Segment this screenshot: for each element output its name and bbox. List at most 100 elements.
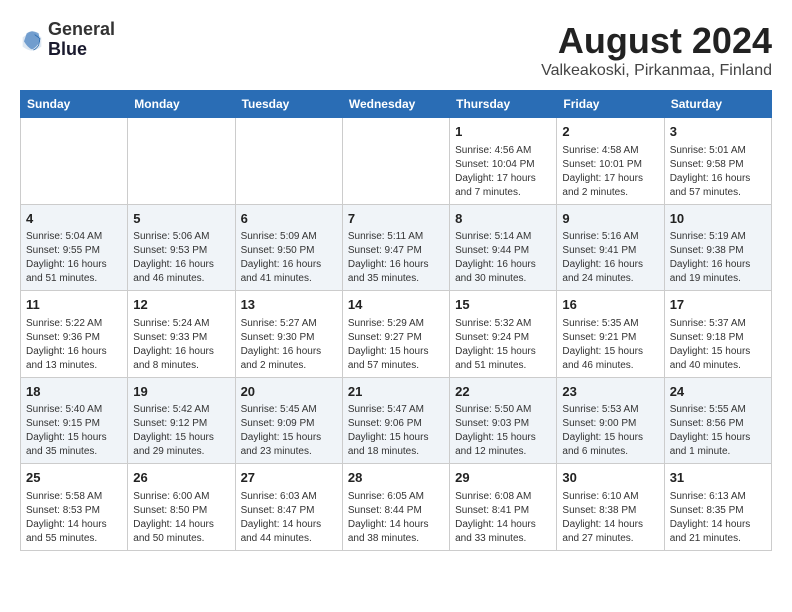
calendar-week-3: 11Sunrise: 5:22 AM Sunset: 9:36 PM Dayli… xyxy=(21,291,772,378)
day-number: 15 xyxy=(455,295,551,315)
day-info: Sunrise: 5:19 AM Sunset: 9:38 PM Dayligh… xyxy=(670,230,766,286)
day-info: Sunrise: 6:05 AM Sunset: 8:44 PM Dayligh… xyxy=(348,490,444,546)
calendar-cell: 24Sunrise: 5:55 AM Sunset: 8:56 PM Dayli… xyxy=(664,377,771,464)
day-number: 14 xyxy=(348,295,444,315)
calendar-week-1: 1Sunrise: 4:56 AM Sunset: 10:04 PM Dayli… xyxy=(21,118,772,205)
day-info: Sunrise: 5:35 AM Sunset: 9:21 PM Dayligh… xyxy=(562,317,658,373)
weekday-header-row: SundayMondayTuesdayWednesdayThursdayFrid… xyxy=(21,91,772,118)
day-number: 24 xyxy=(670,382,766,402)
weekday-header-saturday: Saturday xyxy=(664,91,771,118)
day-info: Sunrise: 5:27 AM Sunset: 9:30 PM Dayligh… xyxy=(241,317,337,373)
logo-line1: General xyxy=(48,20,115,40)
calendar-cell: 17Sunrise: 5:37 AM Sunset: 9:18 PM Dayli… xyxy=(664,291,771,378)
day-info: Sunrise: 5:06 AM Sunset: 9:53 PM Dayligh… xyxy=(133,230,229,286)
title-block: August 2024 Valkeakoski, Pirkanmaa, Finl… xyxy=(541,20,772,80)
calendar-cell: 2Sunrise: 4:58 AM Sunset: 10:01 PM Dayli… xyxy=(557,118,664,205)
calendar-cell: 19Sunrise: 5:42 AM Sunset: 9:12 PM Dayli… xyxy=(128,377,235,464)
day-info: Sunrise: 6:08 AM Sunset: 8:41 PM Dayligh… xyxy=(455,490,551,546)
calendar-cell: 9Sunrise: 5:16 AM Sunset: 9:41 PM Daylig… xyxy=(557,204,664,291)
day-number: 2 xyxy=(562,122,658,142)
day-info: Sunrise: 5:47 AM Sunset: 9:06 PM Dayligh… xyxy=(348,403,444,459)
day-number: 21 xyxy=(348,382,444,402)
day-number: 29 xyxy=(455,468,551,488)
weekday-header-thursday: Thursday xyxy=(450,91,557,118)
calendar-cell xyxy=(342,118,449,205)
day-info: Sunrise: 5:42 AM Sunset: 9:12 PM Dayligh… xyxy=(133,403,229,459)
calendar-cell: 18Sunrise: 5:40 AM Sunset: 9:15 PM Dayli… xyxy=(21,377,128,464)
day-number: 11 xyxy=(26,295,122,315)
day-number: 22 xyxy=(455,382,551,402)
day-info: Sunrise: 5:01 AM Sunset: 9:58 PM Dayligh… xyxy=(670,144,766,200)
day-number: 19 xyxy=(133,382,229,402)
logo: General Blue xyxy=(20,20,115,60)
calendar-cell: 27Sunrise: 6:03 AM Sunset: 8:47 PM Dayli… xyxy=(235,464,342,551)
calendar-cell xyxy=(128,118,235,205)
calendar-cell: 1Sunrise: 4:56 AM Sunset: 10:04 PM Dayli… xyxy=(450,118,557,205)
day-number: 1 xyxy=(455,122,551,142)
day-number: 18 xyxy=(26,382,122,402)
day-info: Sunrise: 5:45 AM Sunset: 9:09 PM Dayligh… xyxy=(241,403,337,459)
logo-line2: Blue xyxy=(48,40,115,60)
day-number: 13 xyxy=(241,295,337,315)
day-number: 3 xyxy=(670,122,766,142)
day-info: Sunrise: 5:50 AM Sunset: 9:03 PM Dayligh… xyxy=(455,403,551,459)
day-info: Sunrise: 5:14 AM Sunset: 9:44 PM Dayligh… xyxy=(455,230,551,286)
weekday-header-tuesday: Tuesday xyxy=(235,91,342,118)
day-info: Sunrise: 5:29 AM Sunset: 9:27 PM Dayligh… xyxy=(348,317,444,373)
day-number: 7 xyxy=(348,209,444,229)
calendar-week-4: 18Sunrise: 5:40 AM Sunset: 9:15 PM Dayli… xyxy=(21,377,772,464)
day-number: 8 xyxy=(455,209,551,229)
day-info: Sunrise: 5:32 AM Sunset: 9:24 PM Dayligh… xyxy=(455,317,551,373)
day-number: 16 xyxy=(562,295,658,315)
day-info: Sunrise: 5:40 AM Sunset: 9:15 PM Dayligh… xyxy=(26,403,122,459)
day-number: 12 xyxy=(133,295,229,315)
day-number: 5 xyxy=(133,209,229,229)
page-header: General Blue August 2024 Valkeakoski, Pi… xyxy=(20,20,772,80)
calendar-cell: 6Sunrise: 5:09 AM Sunset: 9:50 PM Daylig… xyxy=(235,204,342,291)
day-info: Sunrise: 5:58 AM Sunset: 8:53 PM Dayligh… xyxy=(26,490,122,546)
calendar-cell xyxy=(235,118,342,205)
day-number: 4 xyxy=(26,209,122,229)
day-info: Sunrise: 6:10 AM Sunset: 8:38 PM Dayligh… xyxy=(562,490,658,546)
calendar-cell xyxy=(21,118,128,205)
day-number: 27 xyxy=(241,468,337,488)
day-info: Sunrise: 5:09 AM Sunset: 9:50 PM Dayligh… xyxy=(241,230,337,286)
calendar-cell: 11Sunrise: 5:22 AM Sunset: 9:36 PM Dayli… xyxy=(21,291,128,378)
day-info: Sunrise: 6:03 AM Sunset: 8:47 PM Dayligh… xyxy=(241,490,337,546)
month-year: August 2024 xyxy=(541,20,772,62)
day-info: Sunrise: 5:22 AM Sunset: 9:36 PM Dayligh… xyxy=(26,317,122,373)
calendar-cell: 5Sunrise: 5:06 AM Sunset: 9:53 PM Daylig… xyxy=(128,204,235,291)
location: Valkeakoski, Pirkanmaa, Finland xyxy=(541,62,772,80)
calendar-cell: 10Sunrise: 5:19 AM Sunset: 9:38 PM Dayli… xyxy=(664,204,771,291)
calendar-cell: 16Sunrise: 5:35 AM Sunset: 9:21 PM Dayli… xyxy=(557,291,664,378)
day-info: Sunrise: 5:53 AM Sunset: 9:00 PM Dayligh… xyxy=(562,403,658,459)
logo-text: General Blue xyxy=(48,20,115,60)
calendar-cell: 8Sunrise: 5:14 AM Sunset: 9:44 PM Daylig… xyxy=(450,204,557,291)
weekday-header-monday: Monday xyxy=(128,91,235,118)
day-number: 30 xyxy=(562,468,658,488)
day-info: Sunrise: 4:56 AM Sunset: 10:04 PM Daylig… xyxy=(455,144,551,200)
calendar-cell: 14Sunrise: 5:29 AM Sunset: 9:27 PM Dayli… xyxy=(342,291,449,378)
day-info: Sunrise: 6:13 AM Sunset: 8:35 PM Dayligh… xyxy=(670,490,766,546)
day-number: 31 xyxy=(670,468,766,488)
day-info: Sunrise: 5:16 AM Sunset: 9:41 PM Dayligh… xyxy=(562,230,658,286)
calendar-cell: 26Sunrise: 6:00 AM Sunset: 8:50 PM Dayli… xyxy=(128,464,235,551)
day-info: Sunrise: 5:37 AM Sunset: 9:18 PM Dayligh… xyxy=(670,317,766,373)
day-number: 20 xyxy=(241,382,337,402)
calendar-cell: 13Sunrise: 5:27 AM Sunset: 9:30 PM Dayli… xyxy=(235,291,342,378)
calendar-cell: 15Sunrise: 5:32 AM Sunset: 9:24 PM Dayli… xyxy=(450,291,557,378)
calendar-cell: 23Sunrise: 5:53 AM Sunset: 9:00 PM Dayli… xyxy=(557,377,664,464)
day-number: 10 xyxy=(670,209,766,229)
day-number: 23 xyxy=(562,382,658,402)
calendar-cell: 4Sunrise: 5:04 AM Sunset: 9:55 PM Daylig… xyxy=(21,204,128,291)
day-number: 28 xyxy=(348,468,444,488)
calendar-cell: 21Sunrise: 5:47 AM Sunset: 9:06 PM Dayli… xyxy=(342,377,449,464)
calendar-cell: 12Sunrise: 5:24 AM Sunset: 9:33 PM Dayli… xyxy=(128,291,235,378)
calendar-cell: 29Sunrise: 6:08 AM Sunset: 8:41 PM Dayli… xyxy=(450,464,557,551)
day-info: Sunrise: 6:00 AM Sunset: 8:50 PM Dayligh… xyxy=(133,490,229,546)
weekday-header-wednesday: Wednesday xyxy=(342,91,449,118)
calendar-cell: 28Sunrise: 6:05 AM Sunset: 8:44 PM Dayli… xyxy=(342,464,449,551)
day-number: 9 xyxy=(562,209,658,229)
calendar-table: SundayMondayTuesdayWednesdayThursdayFrid… xyxy=(20,90,772,551)
day-number: 26 xyxy=(133,468,229,488)
